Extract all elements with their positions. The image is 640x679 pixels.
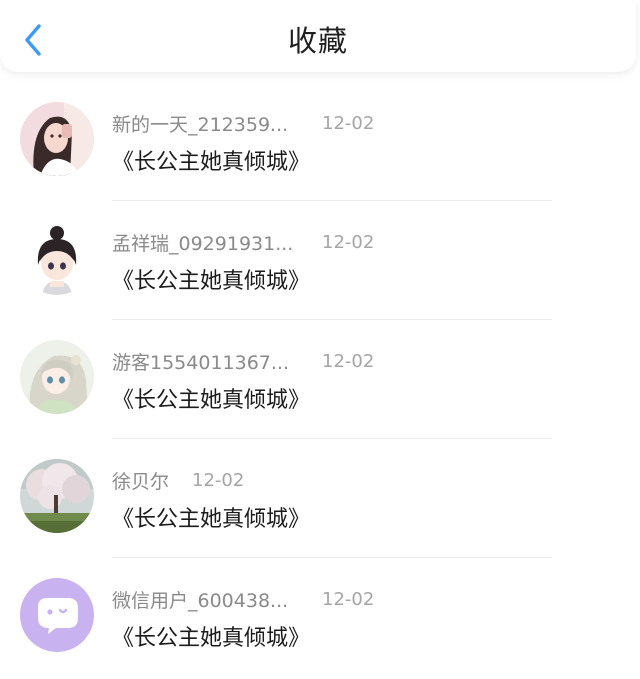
girl-selfie-avatar[interactable] [20,102,94,176]
book-title[interactable]: 《长公主她真倾城》 [112,263,310,295]
item-meta: 微信用户_600438... 12-02 [112,586,374,612]
list-item[interactable]: 新的一天_212359... 12-02 《长公主她真倾城》 [0,82,640,201]
item-meta: 孟祥瑞_09291931... 12-02 [112,229,374,255]
timestamp: 12-02 [322,231,375,253]
timestamp: 12-02 [322,112,375,134]
item-meta: 游客1554011367... 12-02 [112,348,374,374]
list-item[interactable]: 徐贝尔 12-02 《长公主她真倾城》 [0,439,640,558]
item-meta: 新的一天_212359... 12-02 [112,110,374,136]
username: 徐贝尔 [112,470,170,493]
wechat-default-avatar[interactable] [20,578,94,652]
username: 孟祥瑞_09291931... [112,232,294,255]
top-nav-bar: 收藏 [0,0,636,72]
timestamp: 12-02 [192,469,245,491]
username: 微信用户_600438... [112,589,289,612]
blossom-tree-avatar[interactable] [20,459,94,533]
timestamp: 12-02 [322,350,375,372]
page-title: 收藏 [287,24,348,58]
list-item[interactable]: 微信用户_600438... 12-02 《长公主她真倾城》 [0,558,640,677]
book-title[interactable]: 《长公主她真倾城》 [112,501,310,533]
timestamp: 12-02 [322,588,375,610]
list-item[interactable]: 游客1554011367... 12-02 《长公主她真倾城》 [0,320,640,439]
username: 游客1554011367... [112,351,290,374]
item-meta: 徐贝尔 12-02 [112,467,244,493]
username: 新的一天_212359... [112,113,289,136]
book-title[interactable]: 《长公主她真倾城》 [112,144,310,176]
anime-girl-silver-hair-avatar[interactable] [20,340,94,414]
anime-girl-bun-avatar[interactable] [20,221,94,295]
book-title[interactable]: 《长公主她真倾城》 [112,620,310,652]
favorites-list: 新的一天_212359... 12-02 《长公主她真倾城》 孟祥瑞_09291… [0,82,640,677]
book-title[interactable]: 《长公主她真倾城》 [112,382,310,414]
list-item[interactable]: 孟祥瑞_09291931... 12-02 《长公主她真倾城》 [0,201,640,320]
